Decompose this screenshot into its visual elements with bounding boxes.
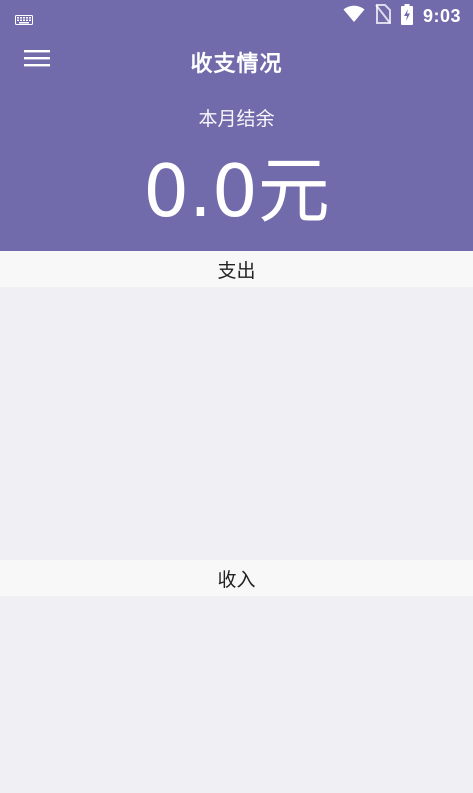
- page-title: 收支情况: [190, 52, 283, 77]
- income-section-title: 收入: [217, 568, 256, 591]
- income-section-header[interactable]: 收入: [0, 560, 473, 596]
- keyboard-icon: [15, 10, 33, 25]
- balance-amount: 0.0元: [143, 149, 330, 233]
- battery-charging-icon: [400, 3, 413, 29]
- app-screen: 9:03 收支情况 本月结余 0.0元 支出 收入: [0, 0, 473, 793]
- expense-section-title: 支出: [217, 259, 256, 282]
- income-list: [0, 596, 473, 793]
- status-bar: 9:03: [0, 0, 473, 30]
- wifi-icon: [343, 5, 365, 27]
- no-sim-icon: [375, 4, 391, 28]
- status-icons: 9:03: [343, 3, 461, 29]
- status-time: 9:03: [422, 5, 461, 26]
- app-bar: 收支情况: [0, 36, 473, 84]
- balance-label: 本月结余: [198, 108, 275, 130]
- summary-header: 9:03 收支情况 本月结余 0.0元: [0, 0, 473, 251]
- expense-section-header[interactable]: 支出: [0, 251, 473, 287]
- expense-list: [0, 287, 473, 560]
